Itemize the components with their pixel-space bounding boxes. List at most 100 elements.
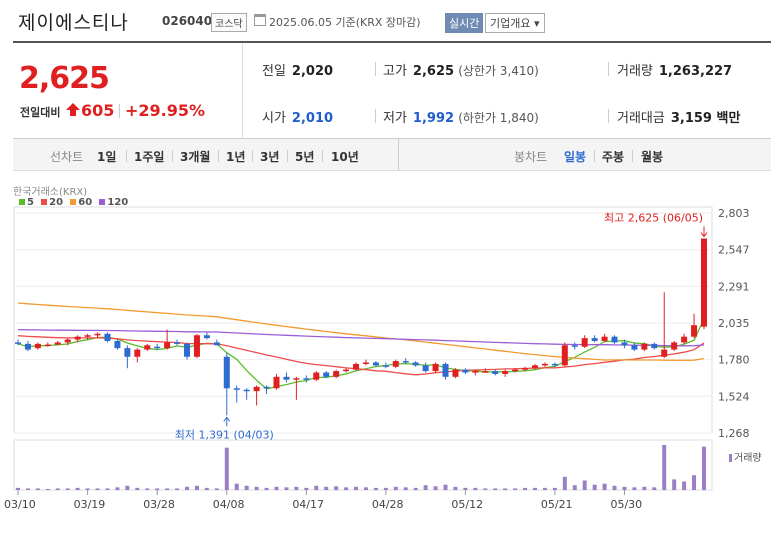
candle-body [531,365,538,369]
volume-bar [562,476,567,490]
volume-bar [672,479,677,490]
candle-body [193,335,200,357]
candle-body [691,325,698,337]
volume-label: 거래량 [617,64,653,79]
volume-bar [35,488,40,490]
divider [594,150,595,162]
low: 저가 1,992 (하한가 1,840) [383,107,539,126]
volume-bar [264,487,269,490]
volume-bar [463,487,468,490]
volume-bar [632,487,637,490]
candle-weekly[interactable]: 주봉 [602,148,624,165]
open-value: 2,010 [291,111,334,126]
candle-body [313,372,320,380]
candle-monthly[interactable]: 월봉 [641,148,663,165]
volume-bar [304,487,309,490]
candle-body [203,335,210,339]
period-10y[interactable]: 10년 [331,148,359,165]
candle-body [651,343,658,349]
y-tick-label: 2,035 [718,317,750,330]
volume-bar [602,483,607,490]
candle-daily[interactable]: 일봉 [564,148,586,165]
prev-close-label: 전일 [262,64,286,79]
period-1y[interactable]: 1년 [226,148,245,165]
ma60-line [17,302,705,361]
volume-bar [254,486,259,490]
stock-name: 제이에스티나 [18,12,129,34]
volume-bar [204,487,209,490]
ma120-line [17,328,705,347]
candle-body [144,345,151,350]
volume-bar [523,487,528,490]
header: 제이에스티나 026040 코스닥 2025.06.05 기준(KRX 장마감)… [0,0,771,40]
max-annotation: 최고 2,625 (06/05) [604,212,703,225]
candle-body [74,336,81,340]
volume-bar [234,483,239,490]
volume-bar [55,488,60,490]
candle-body [661,349,668,357]
divider [375,109,376,123]
volume-bar [75,487,80,490]
candle-body [591,338,598,341]
x-tick-label: 04/17 [292,498,324,511]
plot-frame [13,206,713,434]
volume-bar [105,488,110,490]
candle-body [293,378,300,380]
candle-body [442,363,449,377]
period-bar: 선차트 1일 1주일 3개월 1년 3년 5년 10년 봉차트 일봉 주봉 월봉 [13,139,771,171]
candle-body [402,361,409,363]
x-tick-label: 05/21 [541,498,573,511]
candle-body [353,363,360,370]
realtime-button[interactable]: 실시간 [445,13,484,33]
y-tick-label: 2,547 [718,244,750,257]
ma5-line [17,318,705,390]
volume-bar [16,487,20,490]
candle-body [571,345,578,347]
divider [322,150,323,162]
candle-body [124,348,131,357]
candle-body [392,361,399,367]
candle-body [502,371,509,374]
period-3y[interactable]: 3년 [260,148,279,165]
candle-body [283,376,290,380]
period-3m[interactable]: 3개월 [180,148,210,165]
volume-bar [433,486,438,490]
volume-frame [13,439,713,491]
date-text: 2025.06.05 기준(KRX 장마감) [269,16,421,29]
exchange-label: 한국거래소(KRX) [13,187,88,198]
candle-body [671,342,678,350]
candle-body [581,338,588,347]
divider [608,62,609,76]
candle-body [551,363,558,366]
volume-bar [354,486,359,490]
calendar-icon [254,14,266,26]
volume-bar [155,488,160,490]
low-label: 저가 [383,111,407,126]
amount-label: 거래대금 [617,111,665,126]
candle-body [333,371,340,377]
candle-body [362,362,369,364]
volume-bar [224,447,229,490]
candle-body [164,342,171,349]
period-1w[interactable]: 1주일 [134,148,164,165]
volume-bar [344,487,349,490]
volume-bar [85,488,90,490]
company-overview-dropdown[interactable]: 기업개요 ▾ [485,13,545,33]
amount: 거래대금 3,159 백만 [617,107,740,126]
period-1d[interactable]: 1일 [97,148,116,165]
volume-bar [125,485,130,490]
change-percent: +29.95% [125,101,206,120]
candle-body [54,342,61,345]
lower-limit: (하한가 1,840) [458,111,539,125]
volume-bar [642,486,647,490]
candle-body [631,345,638,350]
volume-bar [314,485,319,490]
candle-body [472,371,479,373]
period-5y[interactable]: 5년 [295,148,314,165]
candle-body [522,368,529,370]
candle-body [432,363,439,372]
volume-bar [702,446,706,490]
volume-bar [582,480,587,490]
x-tick-label: 04/28 [372,498,404,511]
volume-swatch [729,454,732,462]
